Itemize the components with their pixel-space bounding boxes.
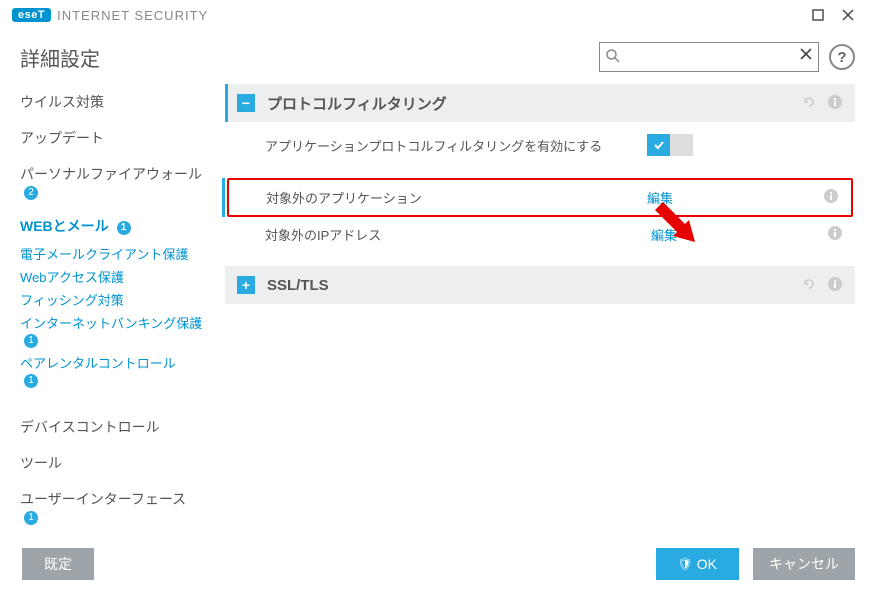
window-close-button[interactable] [833, 2, 863, 28]
revert-icon[interactable] [801, 94, 817, 113]
square-icon [812, 9, 824, 21]
ok-label: OK [697, 556, 717, 572]
sidebar-item-update[interactable]: アップデート [20, 120, 217, 156]
row-label: 対象外のアプリケーション [266, 188, 647, 207]
sidebar-sub-label: インターネットバンキング保護 [20, 316, 202, 331]
sidebar-item-ui[interactable]: ユーザーインターフェース 1 [20, 481, 217, 533]
toggle-enable-filtering[interactable] [647, 134, 693, 156]
sidebar-item-antivirus[interactable]: ウイルス対策 [20, 84, 217, 120]
sidebar: ウイルス対策 アップデート パーソナルファイアウォール 2 WEBとメール 1 … [20, 84, 225, 524]
default-button[interactable]: 既定 [22, 548, 94, 580]
sidebar-item-label: ユーザーインターフェース [20, 491, 186, 507]
sidebar-sub-web-access[interactable]: Webアクセス保護 [20, 267, 217, 290]
sidebar-item-web-email[interactable]: WEBとメール 1 [20, 208, 217, 244]
row-enable-filtering: アプリケーションプロトコルフィルタリングを有効にする [225, 126, 855, 164]
ok-button[interactable]: 🛡 OK [656, 548, 739, 580]
main-panel: − プロトコルフィルタリング アプリケーションプロトコルフィルタリングを有効にす… [225, 84, 855, 524]
sidebar-sub-email-client[interactable]: 電子メールクライアント保護 [20, 244, 217, 267]
info-icon[interactable] [827, 276, 843, 295]
app-logo-text: INTERNET SECURITY [57, 8, 208, 23]
sidebar-item-device-control[interactable]: デバイスコントロール [20, 409, 217, 445]
info-icon[interactable] [823, 188, 839, 207]
sidebar-item-label: WEBとメール [20, 218, 109, 234]
sidebar-item-tools[interactable]: ツール [20, 445, 217, 481]
sidebar-sub-parental[interactable]: ペアレンタルコントロール 1 [20, 353, 217, 393]
sidebar-badge: 1 [24, 511, 38, 525]
search-clear-button[interactable] [799, 47, 813, 64]
sidebar-item-label: パーソナルファイアウォール [20, 166, 202, 182]
row-excluded-apps: 対象外のアプリケーション 編集 [227, 178, 853, 217]
sidebar-sub-banking[interactable]: インターネットバンキング保護 1 [20, 313, 217, 353]
sidebar-sub-label: ペアレンタルコントロール [20, 356, 176, 371]
sidebar-badge: 2 [24, 186, 38, 200]
search-icon [605, 48, 621, 67]
annotation-arrow [655, 200, 705, 253]
sidebar-item-firewall[interactable]: パーソナルファイアウォール 2 [20, 156, 217, 208]
section-title: SSL/TLS [267, 277, 801, 294]
info-icon[interactable] [827, 225, 843, 244]
x-icon [799, 47, 813, 61]
section-title: プロトコルフィルタリング [267, 93, 801, 114]
page-title: 詳細設定 [20, 43, 100, 72]
close-icon [842, 9, 854, 21]
help-button[interactable]: ? [829, 44, 855, 70]
check-icon [647, 134, 670, 156]
sidebar-badge: 1 [24, 374, 38, 388]
window-maximize-button[interactable] [803, 2, 833, 28]
row-label: アプリケーションプロトコルフィルタリングを有効にする [265, 136, 647, 155]
section-header-ssltls[interactable]: + SSL/TLS [225, 266, 855, 304]
sidebar-badge: 1 [24, 334, 38, 348]
sidebar-sub-phishing[interactable]: フィッシング対策 [20, 290, 217, 313]
cancel-button[interactable]: キャンセル [753, 548, 855, 580]
collapse-icon[interactable]: − [237, 94, 255, 112]
section-header-protocol[interactable]: − プロトコルフィルタリング [225, 84, 855, 122]
info-icon[interactable] [827, 94, 843, 113]
row-excluded-ips: 対象外のIPアドレス 編集 [225, 217, 855, 252]
search-input[interactable] [599, 42, 819, 72]
expand-icon[interactable]: + [237, 276, 255, 294]
shield-icon: 🛡 [678, 557, 693, 571]
sidebar-badge: 1 [117, 221, 131, 235]
revert-icon[interactable] [801, 276, 817, 295]
row-label: 対象外のIPアドレス [265, 225, 651, 244]
app-logo-badge: eseT [12, 8, 51, 22]
